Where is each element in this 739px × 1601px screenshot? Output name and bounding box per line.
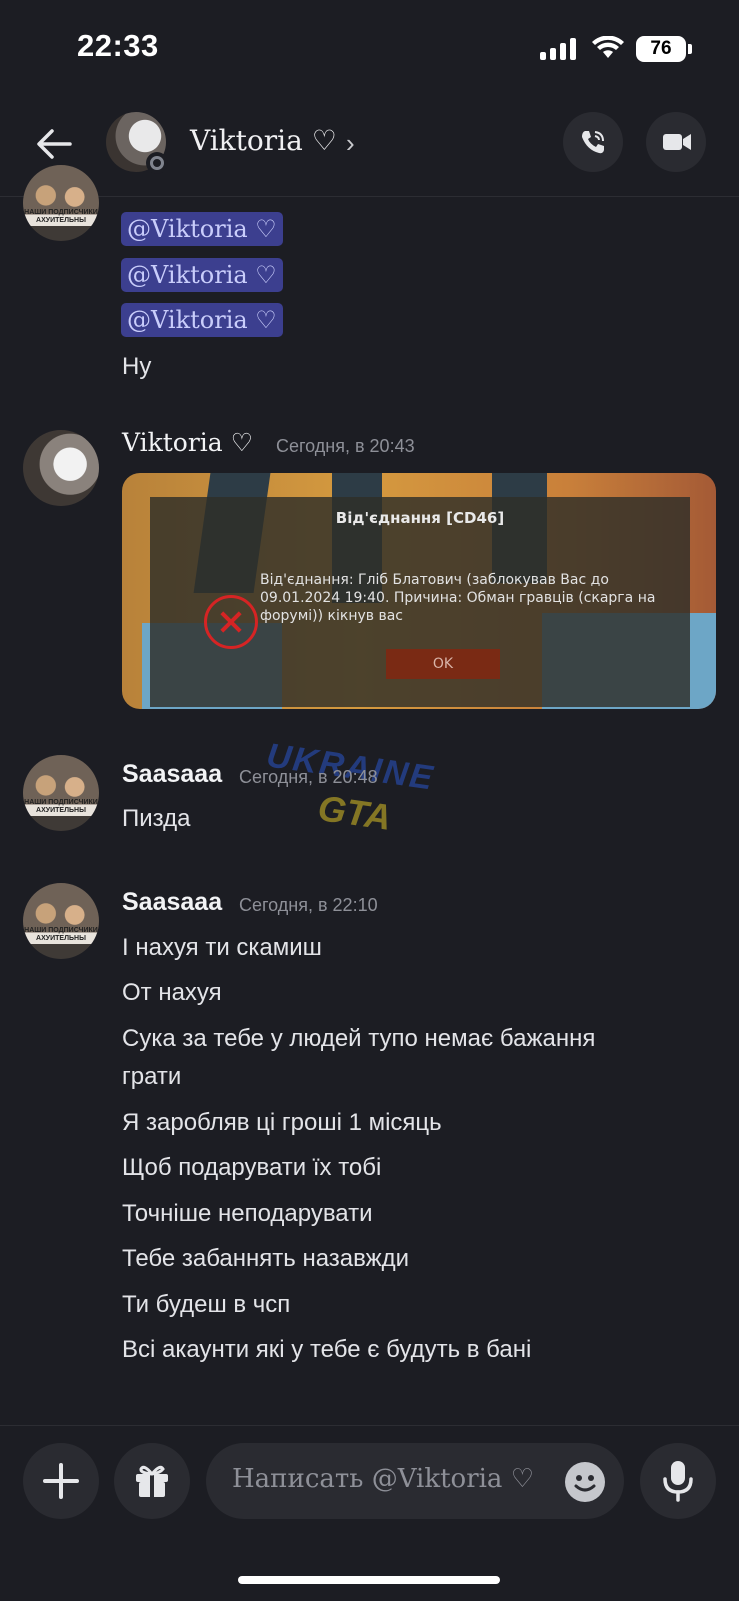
home-indicator bbox=[238, 1576, 500, 1584]
phone-icon bbox=[582, 131, 604, 154]
avatar[interactable]: НАШИ ПОДПИСЧИКИ АХУИТЕЛЬНЫ bbox=[23, 165, 99, 241]
message-text: Тебе забаннять назавжди bbox=[122, 1245, 410, 1272]
add-attachment-button[interactable] bbox=[23, 1443, 99, 1519]
avatar[interactable]: НАШИ ПОДПИСЧИКИ АХУИТЕЛЬНЫ bbox=[23, 883, 99, 959]
wifi-icon bbox=[592, 36, 624, 58]
message-text: Ну bbox=[122, 353, 152, 380]
dialog-title: Від'єднання [CD46] bbox=[335, 509, 505, 527]
gift-icon bbox=[136, 1465, 168, 1497]
offline-status-icon bbox=[146, 152, 168, 174]
error-dialog: Від'єднання [CD46] Від'єднання: Гліб Бла… bbox=[150, 497, 690, 707]
message-text: Точніше неподарувати bbox=[122, 1200, 373, 1227]
dialog-body: Від'єднання: Гліб Блатович (заблокував В… bbox=[260, 572, 656, 624]
message-text: Я заробляв ці гроші 1 місяць bbox=[122, 1109, 442, 1136]
mention-chip[interactable]: @Viktoria ♡ bbox=[121, 258, 283, 292]
emoji-icon[interactable] bbox=[565, 1462, 605, 1502]
message-author[interactable]: Saasaaa bbox=[122, 760, 222, 789]
battery-icon: 76 bbox=[636, 36, 686, 62]
plus-icon bbox=[43, 1463, 79, 1499]
message-text: Пизда bbox=[122, 805, 191, 832]
microphone-icon bbox=[663, 1461, 693, 1502]
message-author[interactable]: Viktoria ♡ bbox=[122, 428, 253, 457]
message-text: От нахуя bbox=[122, 979, 222, 1006]
avatar-caption: НАШИ ПОДПИСЧИКИ АХУИТЕЛЬНЫ bbox=[24, 799, 98, 814]
image-attachment[interactable]: Від'єднання [CD46] Від'єднання: Гліб Бла… bbox=[122, 473, 716, 709]
message-timestamp: Сегодня, в 22:10 bbox=[239, 895, 378, 915]
message-text: Всі акаунти які у тебе є будуть в бані bbox=[122, 1336, 532, 1363]
message-timestamp: Сегодня, в 20:43 bbox=[276, 436, 415, 456]
status-time: 22:33 bbox=[77, 28, 159, 63]
mention-chip[interactable]: @Viktoria ♡ bbox=[121, 303, 283, 337]
cellular-signal-icon bbox=[540, 38, 576, 60]
watermark-logo-sub: GTA bbox=[315, 787, 394, 838]
chevron-right-icon[interactable]: › bbox=[346, 128, 355, 159]
message-timestamp: Сегодня, в 20:48 bbox=[239, 767, 378, 787]
voice-message-button[interactable] bbox=[640, 1443, 716, 1519]
chat-title[interactable]: Viktoria ♡ bbox=[190, 124, 337, 157]
mention-chip[interactable]: @Viktoria ♡ bbox=[121, 212, 283, 246]
message-author[interactable]: Saasaaa bbox=[122, 888, 222, 917]
gift-button[interactable] bbox=[114, 1443, 190, 1519]
video-camera-icon bbox=[663, 134, 691, 150]
back-arrow-icon[interactable] bbox=[34, 124, 74, 164]
video-call-button[interactable] bbox=[646, 112, 706, 172]
message-text: грати bbox=[122, 1063, 182, 1090]
message-input-placeholder: Написать @Viktoria ♡ bbox=[232, 1464, 535, 1494]
message-text: І нахуя ти скамиш bbox=[122, 934, 322, 961]
voice-call-button[interactable] bbox=[563, 112, 623, 172]
battery-nub bbox=[688, 44, 692, 54]
avatar[interactable] bbox=[23, 430, 99, 506]
dialog-ok-button: OK bbox=[386, 649, 500, 679]
message-text: Ти будеш в чсп bbox=[122, 1291, 291, 1318]
avatar[interactable]: НАШИ ПОДПИСЧИКИ АХУИТЕЛЬНЫ bbox=[23, 755, 99, 831]
message-text: Щоб подарувати їх тобі bbox=[122, 1154, 382, 1181]
avatar-caption: НАШИ ПОДПИСЧИКИ АХУИТЕЛЬНЫ bbox=[24, 209, 98, 224]
avatar-caption: НАШИ ПОДПИСЧИКИ АХУИТЕЛЬНЫ bbox=[24, 927, 98, 942]
message-text: Сука за тебе у людей тупо немає бажання bbox=[122, 1025, 596, 1052]
error-x-icon bbox=[204, 595, 258, 649]
